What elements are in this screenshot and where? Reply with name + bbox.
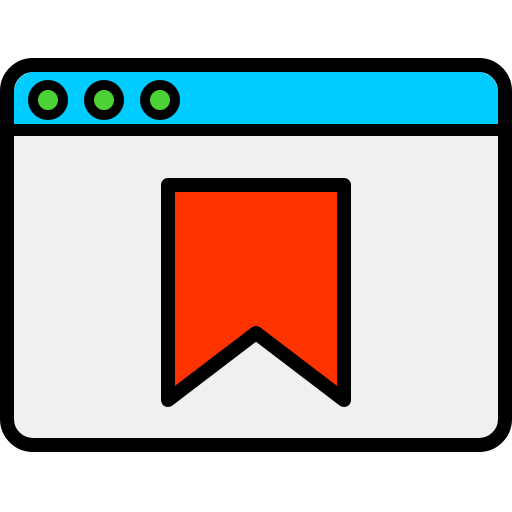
window-dot-2 [84,80,124,120]
browser-bookmark-icon [0,0,512,512]
browser-window-icon [0,58,512,452]
window-dot-3 [140,80,180,120]
window-dot-1 [28,80,68,120]
